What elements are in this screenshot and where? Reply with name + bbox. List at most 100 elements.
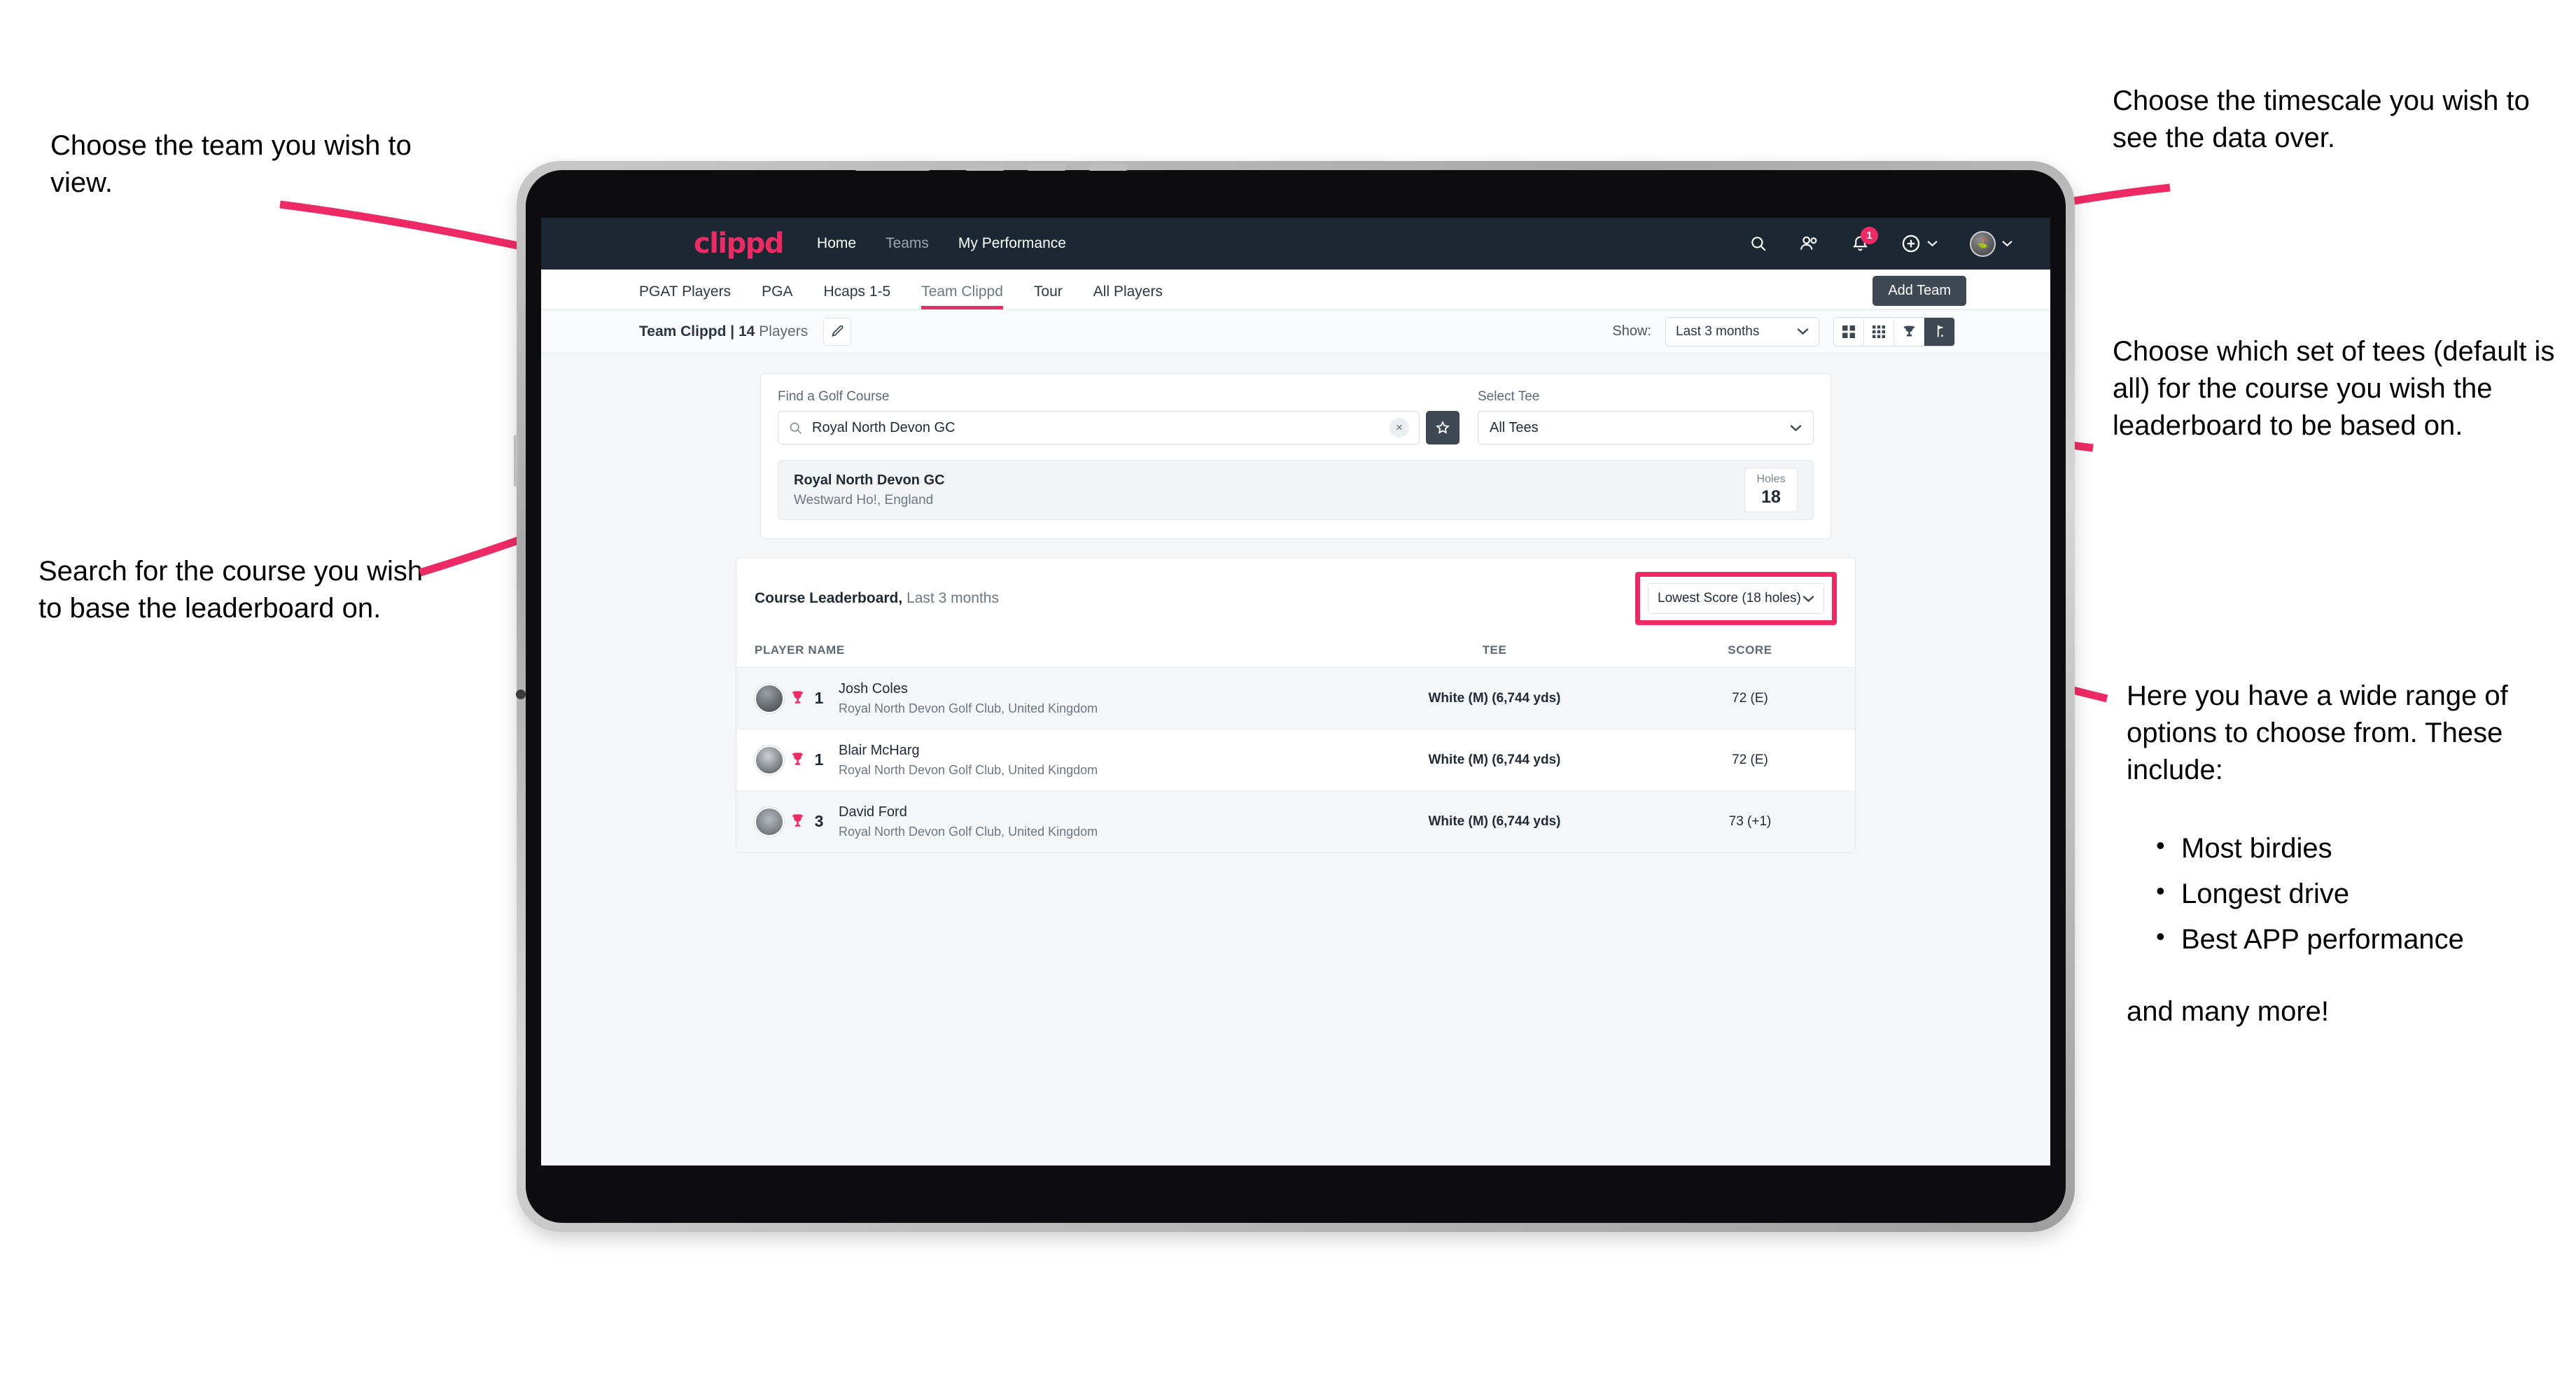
device-button	[1027, 164, 1066, 171]
holes-value: 18	[1761, 486, 1781, 507]
screenshot-root: Choose the team you wish to view. Search…	[0, 0, 2576, 1386]
avatar	[755, 745, 784, 775]
show-timescale-select[interactable]: Last 3 months	[1665, 316, 1819, 346]
course-result-name: Royal North Devon GC	[794, 472, 945, 488]
table-row[interactable]: 1 Blair McHarg Royal North Devon Golf Cl…	[736, 729, 1855, 791]
device-side-button	[514, 435, 518, 486]
chevron-down-icon	[2002, 240, 2012, 247]
player-rank: 3	[814, 812, 824, 830]
player-name: David Ford	[839, 804, 907, 820]
tab-team-clippd[interactable]: Team Clippd	[921, 284, 1003, 309]
leaderboard-thead: PLAYER NAME TEE SCORE	[736, 638, 1855, 668]
course-view-icon[interactable]	[1924, 317, 1954, 346]
course-result-row[interactable]: Royal North Devon GC Westward Ho!, Engla…	[778, 460, 1814, 520]
column-player-name: PLAYER NAME	[736, 638, 1344, 668]
holes-label: Holes	[1756, 472, 1786, 485]
trophy-icon	[792, 752, 803, 765]
nav-link-teams[interactable]: Teams	[886, 235, 929, 252]
tee-select-field: Select Tee All Tees	[1478, 389, 1814, 444]
favourite-button[interactable]	[1426, 411, 1460, 444]
trophy-icon	[792, 813, 803, 827]
avatar-image: ⛳	[1970, 230, 1996, 257]
avatar[interactable]: ⛳	[1970, 230, 2012, 257]
player-cell-inner: 1 Blair McHarg Royal North Devon Golf Cl…	[736, 743, 1344, 778]
trophy-view-icon[interactable]	[1894, 317, 1924, 346]
nav-link-my-performance[interactable]: My Performance	[958, 235, 1066, 252]
tab-pgat-players[interactable]: PGAT Players	[639, 284, 731, 309]
table-row[interactable]: 3 David Ford Royal North Devon Golf Club…	[736, 790, 1855, 853]
annotation-options-list: Most birdies Longest drive Best APP perf…	[2127, 829, 2575, 959]
player-tee: White (M) (6,744 yds)	[1344, 729, 1645, 791]
trophy-icon	[792, 690, 803, 704]
tee-select-value: All Tees	[1490, 419, 1539, 435]
annotation-options-intro: Here you have a wide range of options to…	[2127, 680, 2508, 786]
grid-small-view-icon[interactable]	[1864, 317, 1894, 346]
plus-circle-icon[interactable]	[1901, 234, 1938, 253]
table-row[interactable]: 1 Josh Coles Royal North Devon Golf Club…	[736, 667, 1855, 729]
clear-search-button[interactable]: ×	[1390, 418, 1409, 438]
view-toggle-group	[1833, 316, 1955, 346]
toolbar-right: Show: Last 3 months	[1612, 316, 1955, 346]
annotation-choose-team: Choose the team you wish to view.	[50, 130, 412, 199]
search-icon	[790, 422, 802, 434]
player-rank: 1	[814, 689, 824, 707]
course-result-location: Westward Ho!, England	[794, 492, 934, 507]
leaderboard-sort-select[interactable]: Lowest Score (18 holes)	[1648, 583, 1824, 614]
player-tee: White (M) (6,744 yds)	[1344, 790, 1645, 853]
player-rank: 1	[814, 750, 824, 769]
device-button	[1088, 164, 1128, 171]
tab-tour[interactable]: Tour	[1034, 284, 1063, 309]
device-button	[855, 164, 930, 171]
add-team-button[interactable]: Add Team	[1872, 276, 1966, 306]
people-icon[interactable]	[1800, 234, 1819, 253]
player-info: David Ford Royal North Devon Golf Club, …	[839, 804, 1098, 839]
course-result-text: Royal North Devon GC Westward Ho!, Engla…	[794, 472, 945, 508]
course-search-row: Find a Golf Course Royal North Devon GC …	[778, 389, 1814, 444]
tablet-device-frame: clippd Home Teams My Performance 1 ⛳ PGA…	[514, 161, 2075, 1232]
player-cell: 3 David Ford Royal North Devon Golf Club…	[736, 790, 1344, 853]
navbar-actions: 1 ⛳	[1749, 227, 2012, 257]
column-tee: TEE	[1344, 638, 1645, 668]
player-tee: White (M) (6,744 yds)	[1344, 667, 1645, 729]
player-score: 72 (E)	[1645, 667, 1855, 729]
tab-pga[interactable]: PGA	[762, 284, 792, 309]
tee-select[interactable]: All Tees	[1478, 411, 1814, 444]
team-toolbar: Team Clippd | 14 Players Show: Last 3 mo…	[541, 310, 2050, 354]
player-name: Josh Coles	[839, 680, 908, 696]
avatar	[755, 683, 784, 713]
chevron-down-icon	[1790, 424, 1802, 431]
tab-hcaps-1-5[interactable]: Hcaps 1-5	[823, 284, 890, 309]
player-score: 73 (+1)	[1645, 790, 1855, 853]
clippd-logo[interactable]: clippd	[694, 227, 785, 260]
team-summary: Team Clippd | 14 Players	[639, 323, 808, 340]
tee-select-label: Select Tee	[1478, 389, 1540, 404]
leaderboard-sort-highlight: Lowest Score (18 holes)	[1635, 572, 1837, 625]
team-name: Team Clippd	[639, 323, 727, 340]
grid-large-view-icon[interactable]	[1834, 317, 1864, 346]
leaderboard-title-sub: Last 3 months	[902, 590, 999, 606]
course-search-panel: Find a Golf Course Royal North Devon GC …	[760, 373, 1831, 539]
device-button	[965, 164, 1004, 171]
annotation-tees: Choose which set of tees (default is all…	[2113, 336, 2555, 442]
annotation-options: Here you have a wide range of options to…	[2127, 678, 2575, 1030]
player-cell: 1 Josh Coles Royal North Devon Golf Club…	[736, 667, 1344, 729]
team-tabs: PGAT Players PGA Hcaps 1-5 Team Clippd T…	[541, 270, 2050, 310]
leaderboard-header-row: PLAYER NAME TEE SCORE	[736, 638, 1855, 668]
team-player-count: 14	[738, 323, 755, 340]
annotation-options-tail: and many more!	[2127, 996, 2330, 1028]
leaderboard-title: Course Leaderboard, Last 3 months	[755, 590, 999, 607]
app-screen: clippd Home Teams My Performance 1 ⛳ PGA…	[541, 218, 2050, 1166]
course-search-controls: Royal North Devon GC ×	[778, 411, 1460, 444]
team-separator: |	[726, 323, 738, 340]
nav-link-home[interactable]: Home	[817, 235, 856, 252]
annotation-option-item: Best APP performance	[2156, 920, 2575, 958]
edit-team-button[interactable]	[823, 317, 852, 346]
tab-all-players[interactable]: All Players	[1093, 284, 1163, 309]
course-search-label: Find a Golf Course	[778, 389, 890, 404]
search-input[interactable]: Royal North Devon GC ×	[778, 411, 1420, 444]
app-navbar: clippd Home Teams My Performance 1 ⛳	[541, 218, 2050, 270]
search-icon[interactable]	[1749, 234, 1768, 253]
player-info: Josh Coles Royal North Devon Golf Club, …	[839, 681, 1098, 716]
bell-icon[interactable]: 1	[1851, 227, 1878, 253]
player-info: Blair McHarg Royal North Devon Golf Club…	[839, 743, 1098, 778]
